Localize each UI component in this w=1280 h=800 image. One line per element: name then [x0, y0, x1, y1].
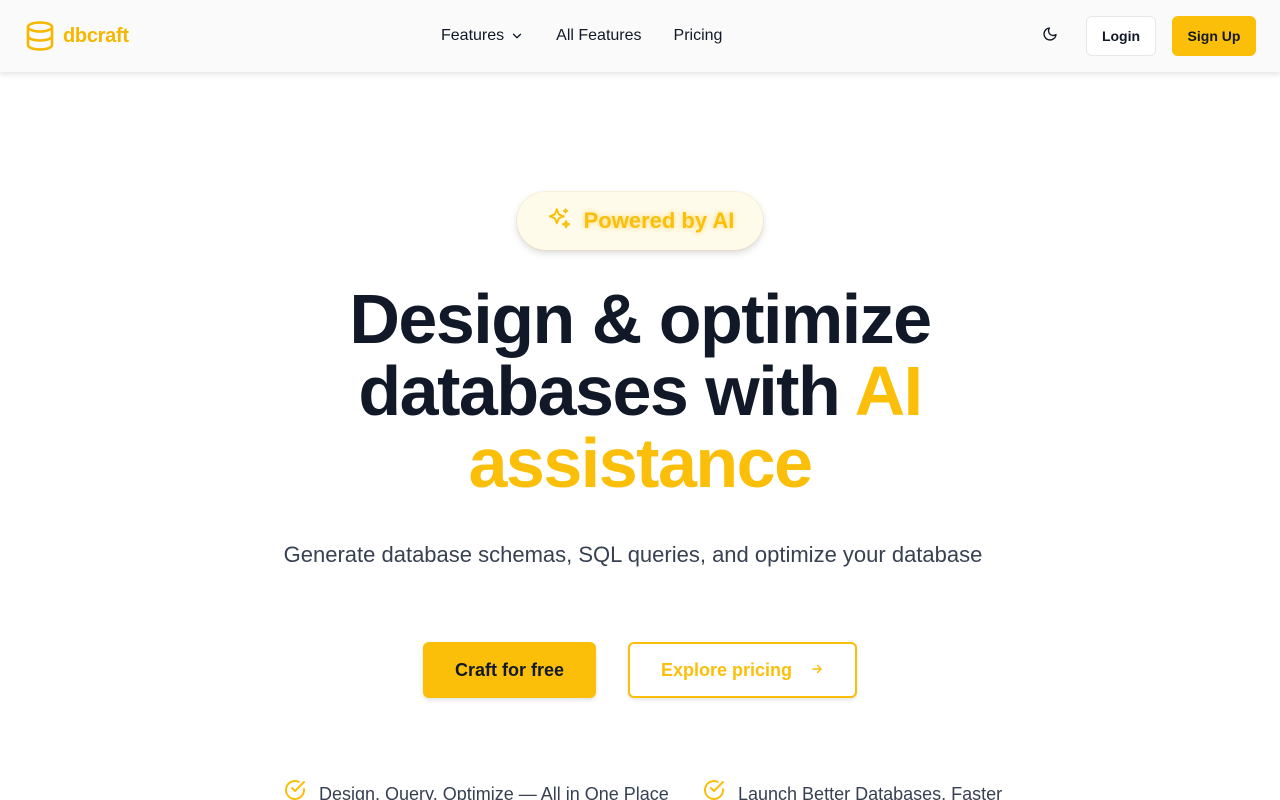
nav-item-all-features[interactable]: All Features — [556, 24, 641, 48]
database-icon — [26, 21, 54, 51]
craft-for-free-button[interactable]: Craft for free — [423, 642, 596, 698]
nav-item-features[interactable]: Features — [441, 24, 524, 48]
explore-pricing-button[interactable]: Explore pricing — [628, 642, 857, 698]
moon-icon — [1042, 26, 1058, 47]
check-circle-icon — [702, 778, 726, 800]
check-circle-icon — [283, 778, 307, 800]
nav-item-pricing[interactable]: Pricing — [674, 24, 723, 48]
feature-item: Launch Better Databases, Faster — [702, 778, 1002, 800]
hero-title: Design & optimize databases with AI assi… — [240, 283, 1040, 499]
feature-item: Design, Query, Optimize — All in One Pla… — [283, 778, 669, 800]
feature-label: Launch Better Databases, Faster — [738, 783, 1003, 800]
badge-label: Powered by AI — [583, 208, 735, 233]
hero-title-accent-assistance: assistance — [468, 424, 813, 502]
arrow-right-icon — [810, 660, 824, 681]
explore-pricing-label: Explore pricing — [660, 659, 793, 680]
theme-toggle-button[interactable] — [1038, 24, 1062, 48]
hero-title-line1: Design & optimize — [349, 280, 932, 358]
feature-label: Design, Query, Optimize — All in One Pla… — [319, 783, 669, 800]
nav-item-label: Pricing — [673, 27, 723, 44]
hero-subtitle: Generate database schemas, SQL queries, … — [283, 542, 983, 567]
brand-logo[interactable]: dbcraft — [26, 21, 129, 51]
chevron-down-icon — [510, 29, 524, 43]
hero-title-accent-ai: AI — [854, 352, 924, 430]
brand-name: dbcraft — [63, 24, 129, 47]
site-header: dbcraft Features All Features Pricing Lo… — [0, 0, 1280, 72]
powered-by-ai-badge: Powered by AI — [517, 192, 763, 250]
hero-title-line2: databases with — [358, 352, 855, 430]
nav-item-label: Features — [441, 27, 505, 44]
main-nav: Features All Features Pricing — [441, 24, 754, 48]
nav-item-label: All Features — [556, 27, 642, 44]
login-button[interactable]: Login — [1086, 16, 1156, 56]
sparkles-icon — [546, 206, 572, 237]
signup-button[interactable]: Sign Up — [1172, 16, 1256, 56]
